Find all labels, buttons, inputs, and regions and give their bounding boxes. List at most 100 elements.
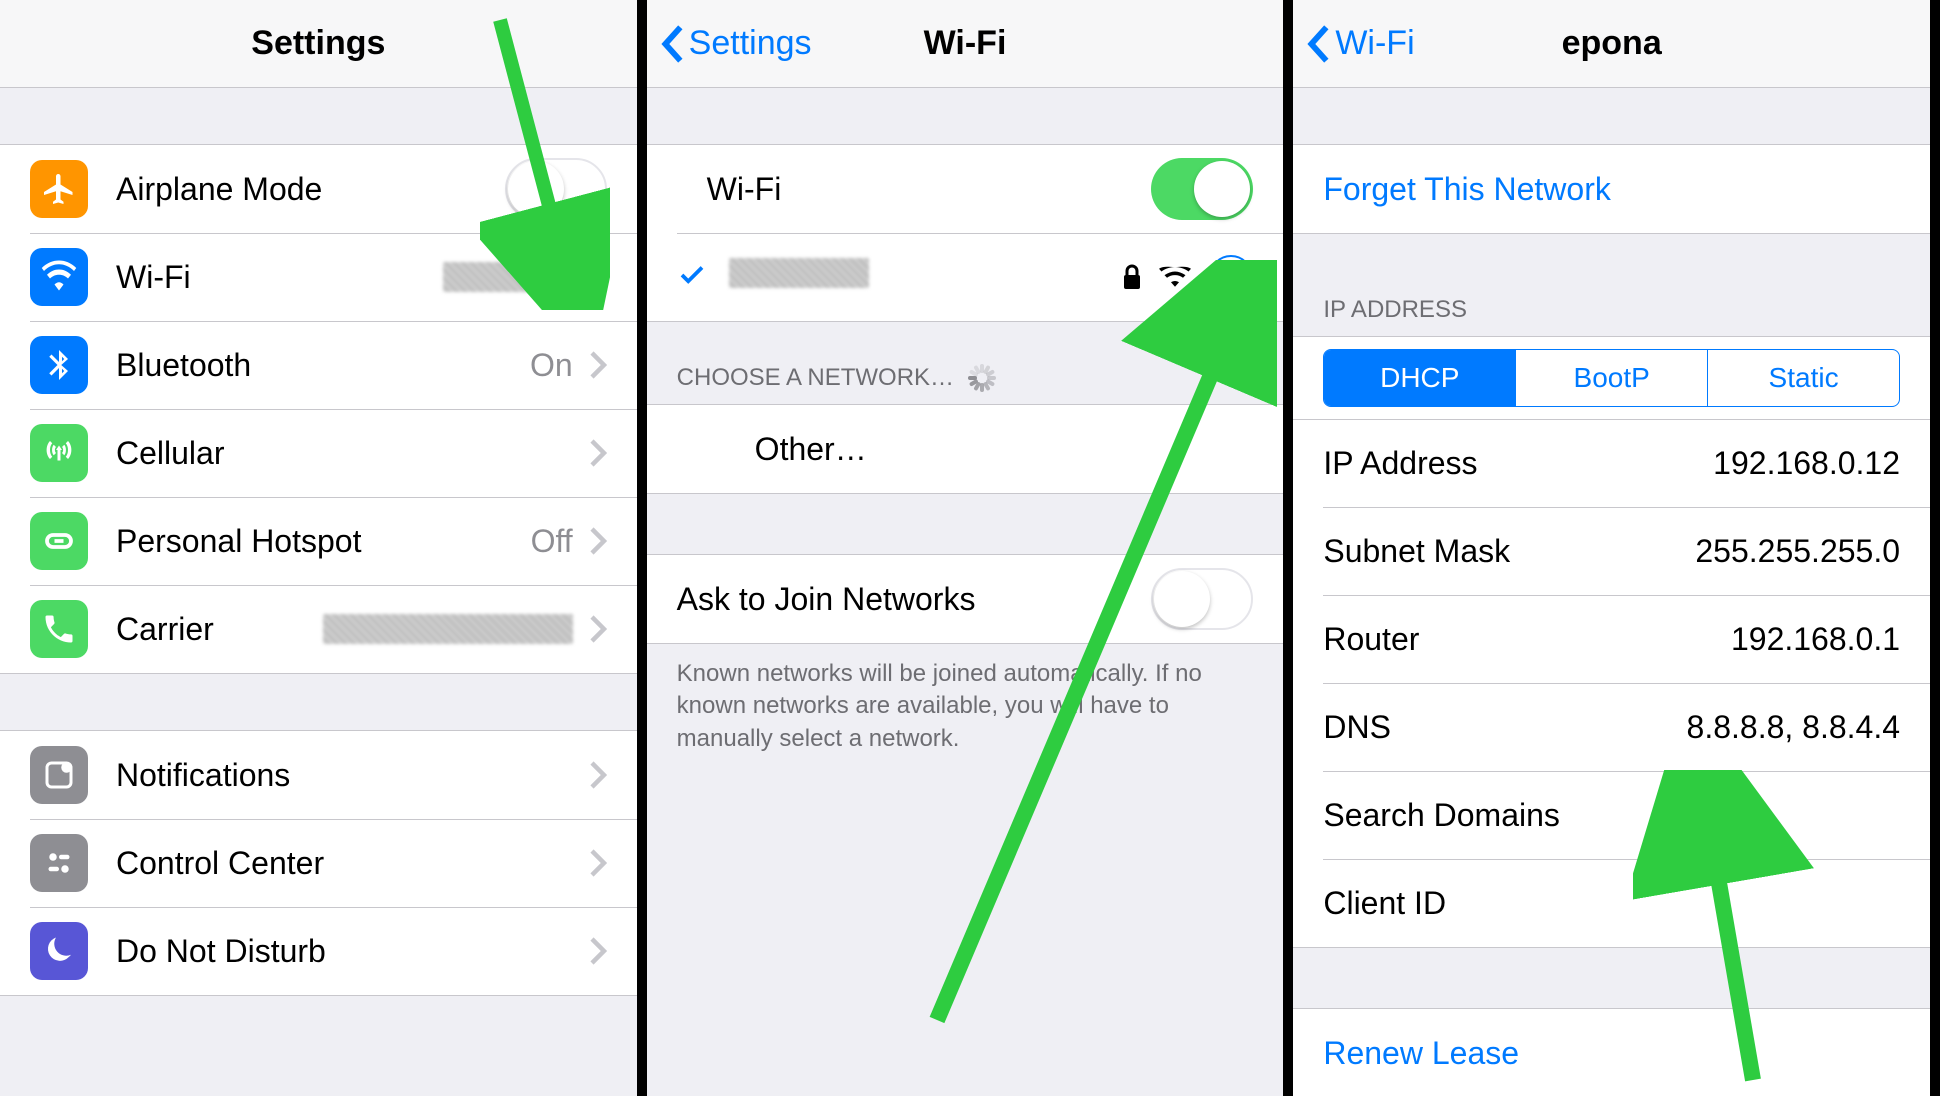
- chevron-right-icon: [589, 438, 607, 468]
- hotspot-icon: [30, 512, 88, 570]
- row-label: Control Center: [116, 845, 324, 882]
- row-label: Bluetooth: [116, 347, 251, 384]
- row-label: Notifications: [116, 757, 290, 794]
- chevron-right-icon: [589, 526, 607, 556]
- settings-group-1: Airplane Mode Wi-Fi Bluetooth On: [0, 144, 637, 674]
- chevron-right-icon: [589, 614, 607, 644]
- notifications-icon: [30, 746, 88, 804]
- ask-footer: Known networks will be joined automatica…: [647, 644, 1284, 769]
- ip-address-header: IP ADDRESS: [1293, 284, 1930, 336]
- row-label: Wi-Fi: [116, 259, 191, 296]
- field-label: Subnet Mask: [1323, 533, 1510, 570]
- row-personal-hotspot[interactable]: Personal Hotspot Off: [0, 497, 637, 585]
- ask-label: Ask to Join Networks: [677, 581, 976, 618]
- hotspot-status: Off: [531, 523, 573, 560]
- connected-network-name-redacted: [729, 258, 869, 296]
- row-cellular[interactable]: Cellular: [0, 409, 637, 497]
- chevron-right-icon: [589, 848, 607, 878]
- field-value: 192.168.0.1: [1731, 621, 1900, 658]
- row-label: Cellular: [116, 435, 224, 472]
- field-label: Client ID: [1323, 885, 1446, 922]
- row-subnet-mask[interactable]: Subnet Mask 255.255.255.0: [1293, 507, 1930, 595]
- row-label: Do Not Disturb: [116, 933, 326, 970]
- row-do-not-disturb[interactable]: Do Not Disturb: [0, 907, 637, 995]
- navbar-title: Settings: [0, 24, 637, 63]
- field-label: DNS: [1323, 709, 1391, 746]
- bluetooth-status: On: [530, 347, 573, 384]
- row-bluetooth[interactable]: Bluetooth On: [0, 321, 637, 409]
- control-center-icon: [30, 834, 88, 892]
- chevron-right-icon: [589, 350, 607, 380]
- row-renew-lease[interactable]: Renew Lease: [1293, 1009, 1930, 1096]
- navbar: Settings: [0, 0, 637, 88]
- forget-label: Forget This Network: [1323, 171, 1611, 208]
- row-forget-network[interactable]: Forget This Network: [1293, 145, 1930, 233]
- info-icon[interactable]: i: [1209, 255, 1253, 299]
- forget-group: Forget This Network: [1293, 144, 1930, 234]
- row-dns[interactable]: DNS 8.8.8.8, 8.8.4.4: [1293, 683, 1930, 771]
- row-airplane-mode[interactable]: Airplane Mode: [0, 145, 637, 233]
- chevron-left-icon: [659, 24, 685, 64]
- row-wifi-toggle[interactable]: Wi-Fi: [647, 145, 1284, 233]
- settings-screen: Settings Airplane Mode Wi-Fi: [0, 0, 647, 1096]
- field-label: Search Domains: [1323, 797, 1560, 834]
- row-search-domains[interactable]: Search Domains: [1293, 771, 1930, 859]
- field-value: 192.168.0.12: [1713, 445, 1900, 482]
- back-label: Settings: [689, 24, 812, 63]
- back-button[interactable]: Wi-Fi: [1293, 24, 1414, 64]
- wifi-toggle-group: Wi-Fi i: [647, 144, 1284, 322]
- choose-network-header: CHOOSE A NETWORK…: [647, 352, 1284, 404]
- airplane-toggle[interactable]: [505, 158, 607, 220]
- back-button[interactable]: Settings: [647, 24, 812, 64]
- back-label: Wi-Fi: [1335, 24, 1414, 63]
- wifi-screen: Settings Wi-Fi Wi-Fi i CHOOSE A NE: [647, 0, 1294, 1096]
- other-label: Other…: [755, 431, 867, 468]
- bluetooth-icon: [30, 336, 88, 394]
- settings-group-2: Notifications Control Center Do Not Dist…: [0, 730, 637, 996]
- airplane-icon: [30, 160, 88, 218]
- row-label: Airplane Mode: [116, 171, 322, 208]
- field-label: Router: [1323, 621, 1419, 658]
- spinner-icon: [968, 364, 996, 392]
- phone-icon: [30, 600, 88, 658]
- row-notifications[interactable]: Notifications: [0, 731, 637, 819]
- row-control-center[interactable]: Control Center: [0, 819, 637, 907]
- moon-icon: [30, 922, 88, 980]
- row-connected-network[interactable]: i: [647, 233, 1284, 321]
- ask-to-join-group: Ask to Join Networks Known networks will…: [647, 554, 1284, 769]
- chevron-left-icon: [1305, 24, 1331, 64]
- row-ask-to-join[interactable]: Ask to Join Networks: [647, 555, 1284, 643]
- field-label: IP Address: [1323, 445, 1477, 482]
- renew-group: Renew Lease: [1293, 1008, 1930, 1096]
- renew-label: Renew Lease: [1323, 1035, 1519, 1072]
- row-other-network[interactable]: Other…: [647, 405, 1284, 493]
- wifi-label: Wi-Fi: [707, 171, 782, 208]
- chevron-right-icon: [589, 760, 607, 790]
- row-client-id[interactable]: Client ID: [1293, 859, 1930, 947]
- checkmark-icon: [677, 260, 717, 295]
- field-value: 255.255.255.0: [1695, 533, 1900, 570]
- lock-icon: [1121, 263, 1143, 291]
- row-label: Personal Hotspot: [116, 523, 361, 560]
- field-value: 8.8.8.8, 8.8.4.4: [1687, 709, 1901, 746]
- wifi-signal-icon: [1159, 265, 1191, 289]
- row-ip-address[interactable]: IP Address 192.168.0.12: [1293, 419, 1930, 507]
- row-carrier[interactable]: Carrier: [0, 585, 637, 673]
- ip-config-segmented-control[interactable]: DHCP BootP Static: [1323, 349, 1900, 407]
- network-details-screen: Wi-Fi epona Forget This Network IP ADDRE…: [1293, 0, 1940, 1096]
- navbar: Wi-Fi epona: [1293, 0, 1930, 88]
- wifi-network-name-redacted: [443, 262, 573, 292]
- segment-bootp[interactable]: BootP: [1516, 350, 1708, 406]
- segment-static[interactable]: Static: [1708, 350, 1899, 406]
- cellular-icon: [30, 424, 88, 482]
- navbar: Settings Wi-Fi: [647, 0, 1284, 88]
- segment-dhcp[interactable]: DHCP: [1324, 350, 1516, 406]
- row-wifi[interactable]: Wi-Fi: [0, 233, 637, 321]
- row-label: Carrier: [116, 611, 214, 648]
- ask-toggle[interactable]: [1151, 568, 1253, 630]
- wifi-icon: [30, 248, 88, 306]
- row-router[interactable]: Router 192.168.0.1: [1293, 595, 1930, 683]
- wifi-toggle[interactable]: [1151, 158, 1253, 220]
- chevron-right-icon: [589, 936, 607, 966]
- chevron-right-icon: [589, 262, 607, 292]
